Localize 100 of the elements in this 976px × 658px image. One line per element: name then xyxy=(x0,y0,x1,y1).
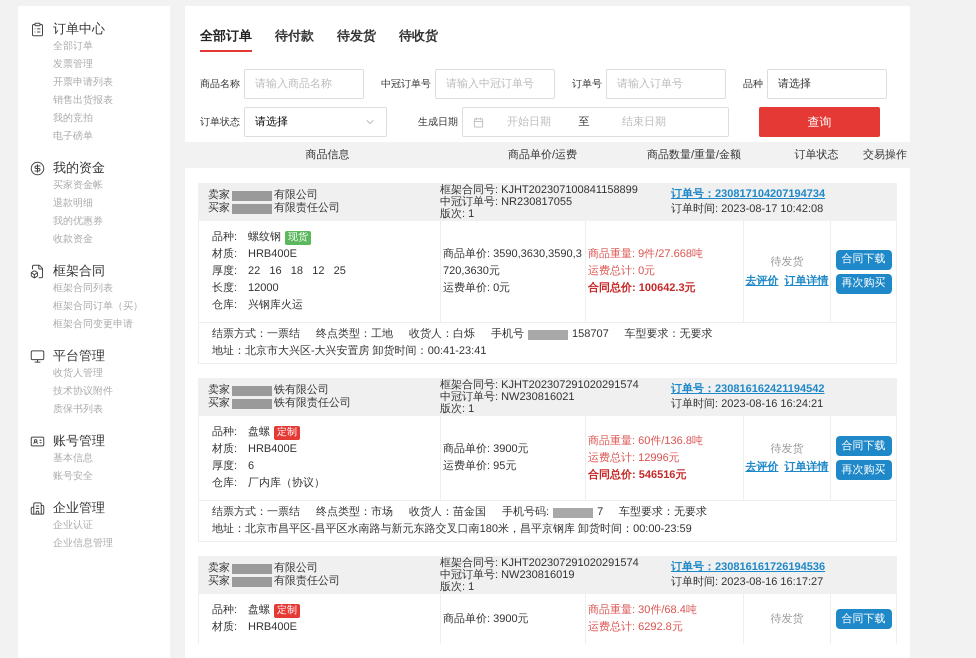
redaction-block xyxy=(232,576,272,586)
action-button[interactable]: 合同下载 xyxy=(836,609,892,629)
party-label: 卖家 xyxy=(208,384,230,396)
sidebar-item[interactable]: 框架合同列表 xyxy=(53,280,170,298)
sidebar-group-title: 订单中心 xyxy=(53,20,105,38)
contract-number: 框架合同号: KJHT202307100841158899 xyxy=(440,184,639,196)
amount-text: 商品重量: 60件/136.8吨 xyxy=(588,434,704,448)
product-tag: 定制 xyxy=(274,426,300,440)
input-field[interactable]: 请输入商品名称 xyxy=(244,69,364,100)
version-text: 版次: 1 xyxy=(440,208,476,220)
party-label: 卖家 xyxy=(208,189,230,202)
party-label: 买家 xyxy=(208,202,230,215)
sidebar-item[interactable]: 销售出货报表 xyxy=(53,92,170,110)
sidebar-group-title: 企业管理 xyxy=(53,499,105,518)
order-number-link[interactable]: 订单号：230816161726194536 xyxy=(671,560,826,575)
spec-label: 仓库: xyxy=(212,476,238,491)
order-time: 订单时间: 2023-08-17 10:42:08 xyxy=(671,202,824,217)
redaction-block xyxy=(232,564,272,574)
sidebar-group-title: 账号管理 xyxy=(53,432,105,450)
version-text: 版次: 1 xyxy=(440,403,476,415)
column-header: 订单状态 xyxy=(794,148,840,163)
sidebar-item[interactable]: 电子磅单 xyxy=(53,128,170,146)
sidebar-item[interactable]: 买家资金帐 xyxy=(53,177,170,195)
sidebar-item[interactable]: 收款资金 xyxy=(53,231,170,249)
footer-text: 手机号 xyxy=(491,327,524,342)
spec-label: 品种: xyxy=(212,425,238,440)
date-range-field[interactable]: 开始日期 至 结束日期 xyxy=(462,107,729,138)
select-field[interactable]: 请选择 xyxy=(767,69,887,100)
order-link[interactable]: 去评价 xyxy=(746,272,778,289)
contract-number: 框架合同号: KJHT202307291020291574 xyxy=(440,557,640,569)
input-field[interactable]: 请输入中冠订单号 xyxy=(435,69,555,100)
action-button[interactable]: 合同下载 xyxy=(836,436,892,456)
company-name: 有限公司 xyxy=(274,562,318,574)
product-tag: 现货 xyxy=(285,230,311,244)
input-field[interactable]: 请输入订单号 xyxy=(606,69,726,100)
sidebar-item[interactable]: 我的竞拍 xyxy=(53,110,170,128)
sidebar-item[interactable]: 质保书列表 xyxy=(53,401,170,419)
column-header: 交易操作 xyxy=(862,148,908,163)
price-text: 商品单价: 3590,3630,3590,3720,3630元 xyxy=(443,246,583,279)
sidebar-item[interactable]: 发票管理 xyxy=(53,56,170,74)
column-header: 商品单价/运费 xyxy=(506,148,578,163)
filter-label: 订单号 xyxy=(572,78,602,92)
sidebar-item[interactable]: 开票申请列表 xyxy=(53,74,170,92)
spec-value: 22 16 18 12 25 xyxy=(248,264,346,279)
amount-text: 合同总价: 100642.3元 xyxy=(588,280,697,296)
footer-text: 终点类型：市场 xyxy=(316,504,393,520)
monitor-icon xyxy=(30,348,45,364)
order-link[interactable]: 订单详情 xyxy=(784,272,828,289)
sidebar-item[interactable]: 框架合同订单（买） xyxy=(53,298,170,316)
party-label: 买家 xyxy=(208,575,230,588)
order-link[interactable]: 去评价 xyxy=(746,459,778,476)
order-number-link[interactable]: 订单号：230817104207194734 xyxy=(671,187,826,202)
sidebar-group-title: 框架合同 xyxy=(53,262,105,280)
sidebar-item[interactable]: 我的优惠券 xyxy=(53,213,170,231)
sidebar-item[interactable]: 退款明细 xyxy=(53,195,170,213)
action-button[interactable]: 再次购买 xyxy=(836,460,892,480)
footer-text: 结票方式：一票结 xyxy=(212,326,300,342)
query-button[interactable]: 查询 xyxy=(759,107,880,138)
sidebar-item[interactable]: 企业信息管理 xyxy=(53,535,170,553)
footer-text: 结票方式：一票结 xyxy=(212,504,300,520)
sidebar-item[interactable]: 收货人管理 xyxy=(53,365,170,383)
sidebar-item[interactable]: 基本信息 xyxy=(53,450,170,468)
spec-label: 长度: xyxy=(212,280,238,296)
footer-text: 7 xyxy=(597,505,604,520)
sidebar-item[interactable]: 技术协议附件 xyxy=(53,383,170,401)
address-text: 地址：北京市昌平区-昌平区水南路与新元东路交叉口南180米，昌平京钢库 卸货时间：00:00-23:59 xyxy=(212,522,693,537)
amount-text: 合同总价: 546516元 xyxy=(588,468,688,482)
order-tab[interactable]: 待付款 xyxy=(275,22,314,52)
order-time: 订单时间: 2023-08-16 16:24:21 xyxy=(671,397,824,412)
filter-label: 品种 xyxy=(743,78,763,92)
spec-label: 仓库: xyxy=(212,298,238,313)
spec-value: 兴钢库火运 xyxy=(248,298,303,313)
order-tab[interactable]: 全部订单 xyxy=(200,22,252,52)
amount-text: 商品重量: 9件/27.668吨 xyxy=(588,246,704,262)
spec-label: 材质: xyxy=(212,442,238,457)
sidebar-item[interactable]: 账号安全 xyxy=(53,468,170,486)
order-number-link[interactable]: 订单号：230816162421194542 xyxy=(671,382,825,397)
contract-number: 框架合同号: KJHT202307291020291574 xyxy=(440,379,640,391)
action-button[interactable]: 再次购买 xyxy=(836,274,892,294)
spec-label: 厚度: xyxy=(212,264,238,279)
order-link[interactable]: 订单详情 xyxy=(784,459,828,476)
action-button[interactable]: 合同下载 xyxy=(836,250,892,270)
clipboard-icon xyxy=(30,22,45,36)
order-tab[interactable]: 待收货 xyxy=(399,22,438,52)
sidebar-item[interactable]: 全部订单 xyxy=(53,38,170,56)
coin-icon xyxy=(30,160,45,176)
filter-label: 商品名称 xyxy=(200,78,240,92)
sidebar-item[interactable]: 企业认证 xyxy=(53,517,170,535)
footer-text: 手机号码: xyxy=(502,505,550,520)
sidebar-item[interactable]: 框架合同变更申请 xyxy=(53,316,170,334)
order-time: 订单时间: 2023-08-16 16:17:27 xyxy=(671,575,824,590)
order-status: 待发货 xyxy=(770,612,804,627)
id-card-icon xyxy=(30,434,45,448)
select-field[interactable]: 请选择 xyxy=(244,107,387,138)
order-tab[interactable]: 待发货 xyxy=(337,22,376,52)
building-icon xyxy=(30,500,45,516)
footer-text: 终点类型：工地 xyxy=(316,326,393,342)
spec-label: 品种: xyxy=(212,603,238,618)
spec-label: 材质: xyxy=(212,620,238,635)
footer-text: 收货人：白烁 xyxy=(409,327,475,342)
